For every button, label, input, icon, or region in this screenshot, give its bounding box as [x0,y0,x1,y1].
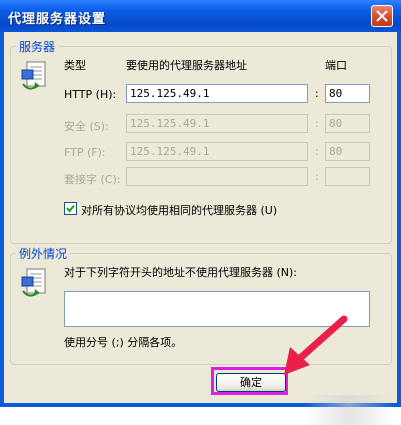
secure-port-field[interactable]: 80 [325,114,370,133]
socks-address-field[interactable] [126,167,308,186]
pointer-arrow-annotation [284,315,348,375]
close-icon [376,10,388,22]
exceptions-legend: 例外情况 [16,245,71,262]
http-label: HTTP (H): [64,88,117,101]
document-exception-icon [21,268,46,297]
ftp-colon: : [315,145,319,158]
checkmark-icon [66,204,75,213]
same-proxy-checkbox[interactable] [64,202,77,215]
socks-colon: : [315,170,319,183]
port-column-header: 端口 [325,59,347,72]
title-bar[interactable]: 代理服务器设置 [0,0,401,32]
ftp-label: FTP (F): [64,146,106,159]
http-address-field[interactable]: 125.125.49.1 [126,84,308,103]
http-colon: : [315,87,319,100]
ok-button[interactable]: 确定 [216,373,286,392]
same-proxy-label[interactable]: 对所有协议均使用相同的代理服务器 (U) [81,202,277,218]
secure-colon: : [315,117,319,130]
close-button[interactable] [371,5,393,27]
blurred-region [304,395,394,425]
http-port-field[interactable]: 80 [325,84,370,103]
socks-label: 套接字 (C): [64,173,121,186]
dialog-title: 代理服务器设置 [8,12,107,27]
ftp-port-field[interactable]: 80 [325,142,370,161]
network-computer-icon [21,61,46,90]
exceptions-hint: 使用分号 (;) 分隔各项。 [64,336,183,349]
secure-address-field[interactable]: 125.125.49.1 [126,114,308,133]
proxy-settings-dialog: 代理服务器设置 服务器 类型 要使用的代理服务器地址 端口 HTTP (H): … [0,0,401,425]
type-column-header: 类型 [64,59,86,72]
socks-port-field[interactable] [325,167,370,186]
address-column-header: 要使用的代理服务器地址 [126,59,247,72]
ftp-address-field[interactable]: 125.125.49.1 [126,142,308,161]
secure-label: 安全 (S): [64,120,109,133]
exceptions-description: 对于下列字符开头的地址不使用代理服务器 (N): [64,266,298,279]
servers-legend: 服务器 [16,38,59,55]
